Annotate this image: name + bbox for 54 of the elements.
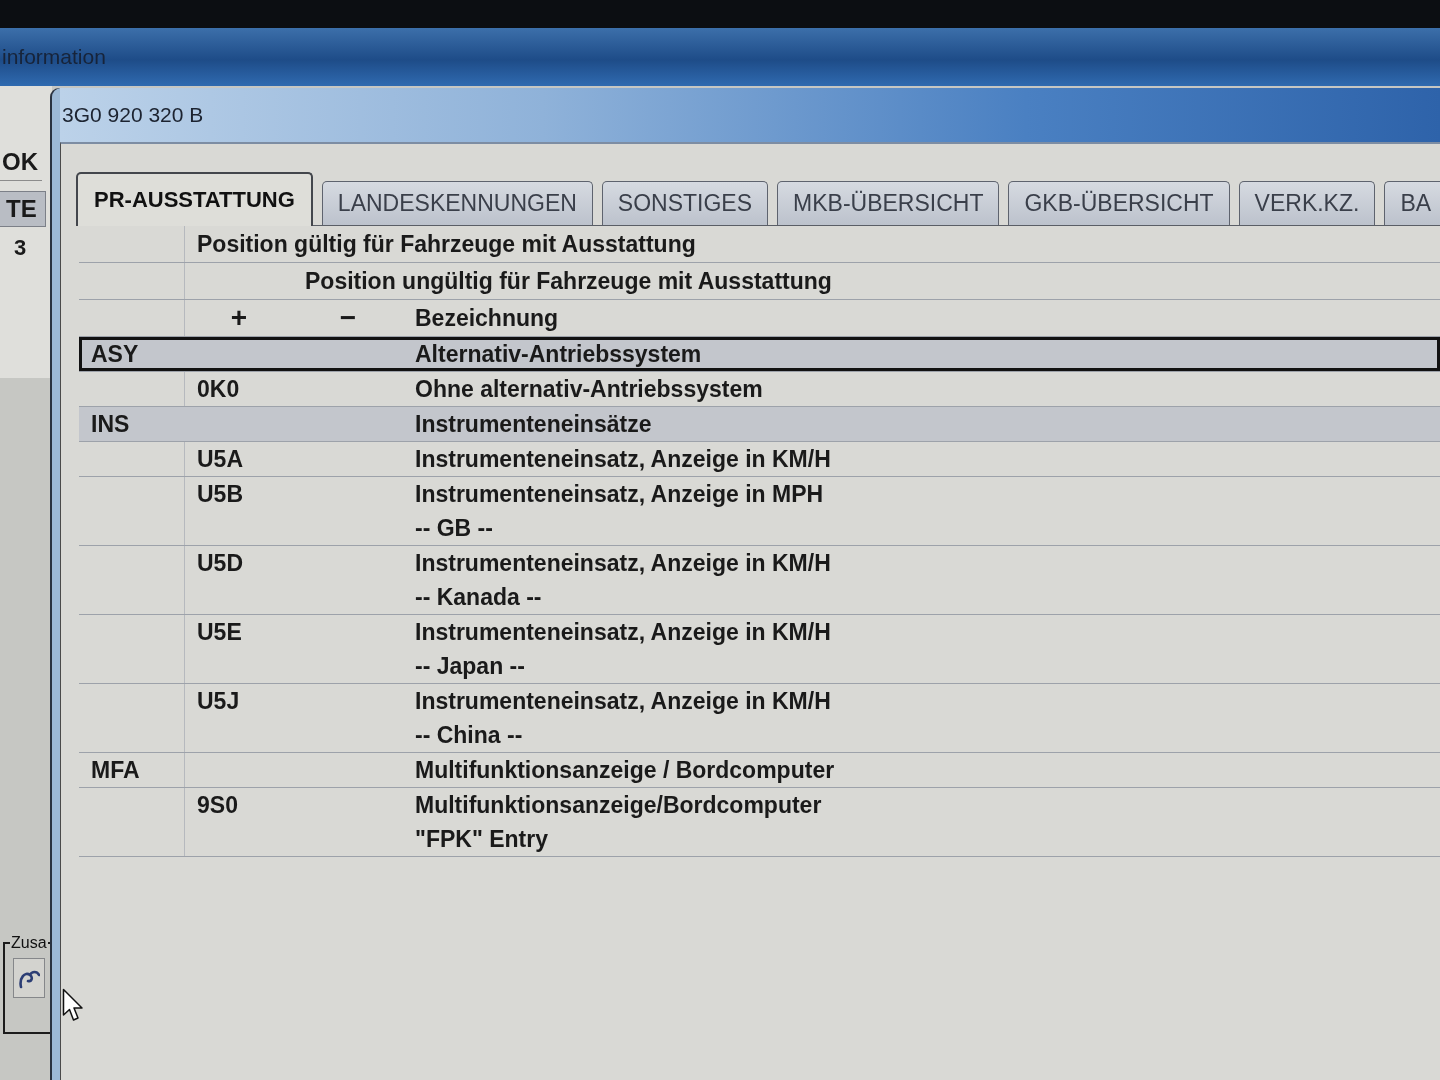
mouse-pointer-icon (62, 988, 84, 1022)
tab[interactable]: TE (0, 191, 46, 227)
column-header: − (339, 302, 357, 334)
table-cell: 3 (14, 235, 27, 261)
option-code: 9S0 (197, 791, 238, 820)
table-row[interactable]: MFA Multifunktionsanzeige / Bordcomputer (79, 753, 1440, 788)
table-row[interactable]: INS Instrumenteneinsätze (79, 407, 1440, 442)
family-code: ASY (91, 340, 139, 369)
tool-button[interactable] (13, 958, 45, 998)
tab[interactable]: SONSTIGES (601, 181, 769, 225)
tab[interactable]: BA (1384, 181, 1440, 225)
tab[interactable]: VERK.KZ. (1238, 181, 1376, 225)
table-row[interactable]: 9S0 Multifunktionsanzeige/Bordcomputer "FPK" Entry (79, 788, 1440, 857)
description-text: -- Japan -- (415, 652, 525, 681)
description-text: -- China -- (415, 721, 523, 750)
description-text: -- Kanada -- (415, 583, 542, 612)
window-title: 3G0 920 320 B (62, 103, 204, 127)
option-code: U5A (197, 445, 243, 474)
description-text: Instrumenteneinsätze (415, 410, 652, 439)
family-code: INS (91, 410, 130, 439)
column-header: Bezeichnung (415, 304, 559, 332)
table-row[interactable]: U5A Instrumenteneinsatz, Anzeige in KM/H (79, 442, 1440, 477)
description-text: Multifunktionsanzeige / Bordcomputer (415, 756, 835, 785)
description-text: -- GB -- (415, 514, 493, 543)
option-code: U5B (197, 480, 243, 509)
description-text: Alternativ-Antriebssystem (415, 340, 702, 369)
window-title: information (2, 45, 106, 69)
column-header: OK (0, 148, 42, 181)
description-text: Instrumenteneinsatz, Anzeige in MPH (415, 480, 824, 509)
option-code: U5D (197, 549, 243, 578)
family-code: MFA (91, 756, 140, 785)
description-text: Instrumenteneinsatz, Anzeige in KM/H (415, 445, 831, 474)
column-header: Position ungültig für Fahrzeuge mit Ausstattung (305, 267, 832, 295)
table-row[interactable]: U5J Instrumenteneinsatz, Anzeige in KM/H -- China -- (79, 684, 1440, 753)
column-header: Position gültig für Fahrzeuge mit Ausstattung (197, 230, 696, 258)
table-row[interactable]: U5B Instrumenteneinsatz, Anzeige in MPH -- GB -- (79, 477, 1440, 546)
description-text: Ohne alternativ-Antriebssystem (415, 375, 763, 404)
option-code: U5J (197, 687, 240, 716)
table-row[interactable]: U5D Instrumenteneinsatz, Anzeige in KM/H -- Kanada -- (79, 546, 1440, 615)
tab[interactable]: MKB-ÜBERSICHT (777, 181, 1000, 225)
group-label: Zusa (10, 934, 48, 952)
column-header: + (230, 302, 248, 334)
option-code: 0K0 (197, 375, 240, 404)
description-text: Instrumenteneinsatz, Anzeige in KM/H (415, 618, 831, 647)
description-text: Multifunktionsanzeige/Bordcomputer (415, 791, 822, 820)
tab[interactable]: LANDESKENNUNGEN (321, 181, 593, 225)
option-code: U5E (197, 618, 242, 647)
table-row[interactable]: U5E Instrumenteneinsatz, Anzeige in KM/H -- Japan -- (79, 615, 1440, 684)
tab[interactable]: GKB-ÜBERSICHT (1008, 181, 1230, 225)
description-text: "FPK" Entry (415, 825, 548, 854)
description-text: Instrumenteneinsatz, Anzeige in KM/H (415, 687, 831, 716)
description-text: Instrumenteneinsatz, Anzeige in KM/H (415, 549, 831, 578)
table-row[interactable]: ASY Alternativ-Antriebssystem (79, 337, 1440, 372)
tab[interactable]: PR-AUSSTATTUNG (76, 172, 313, 226)
